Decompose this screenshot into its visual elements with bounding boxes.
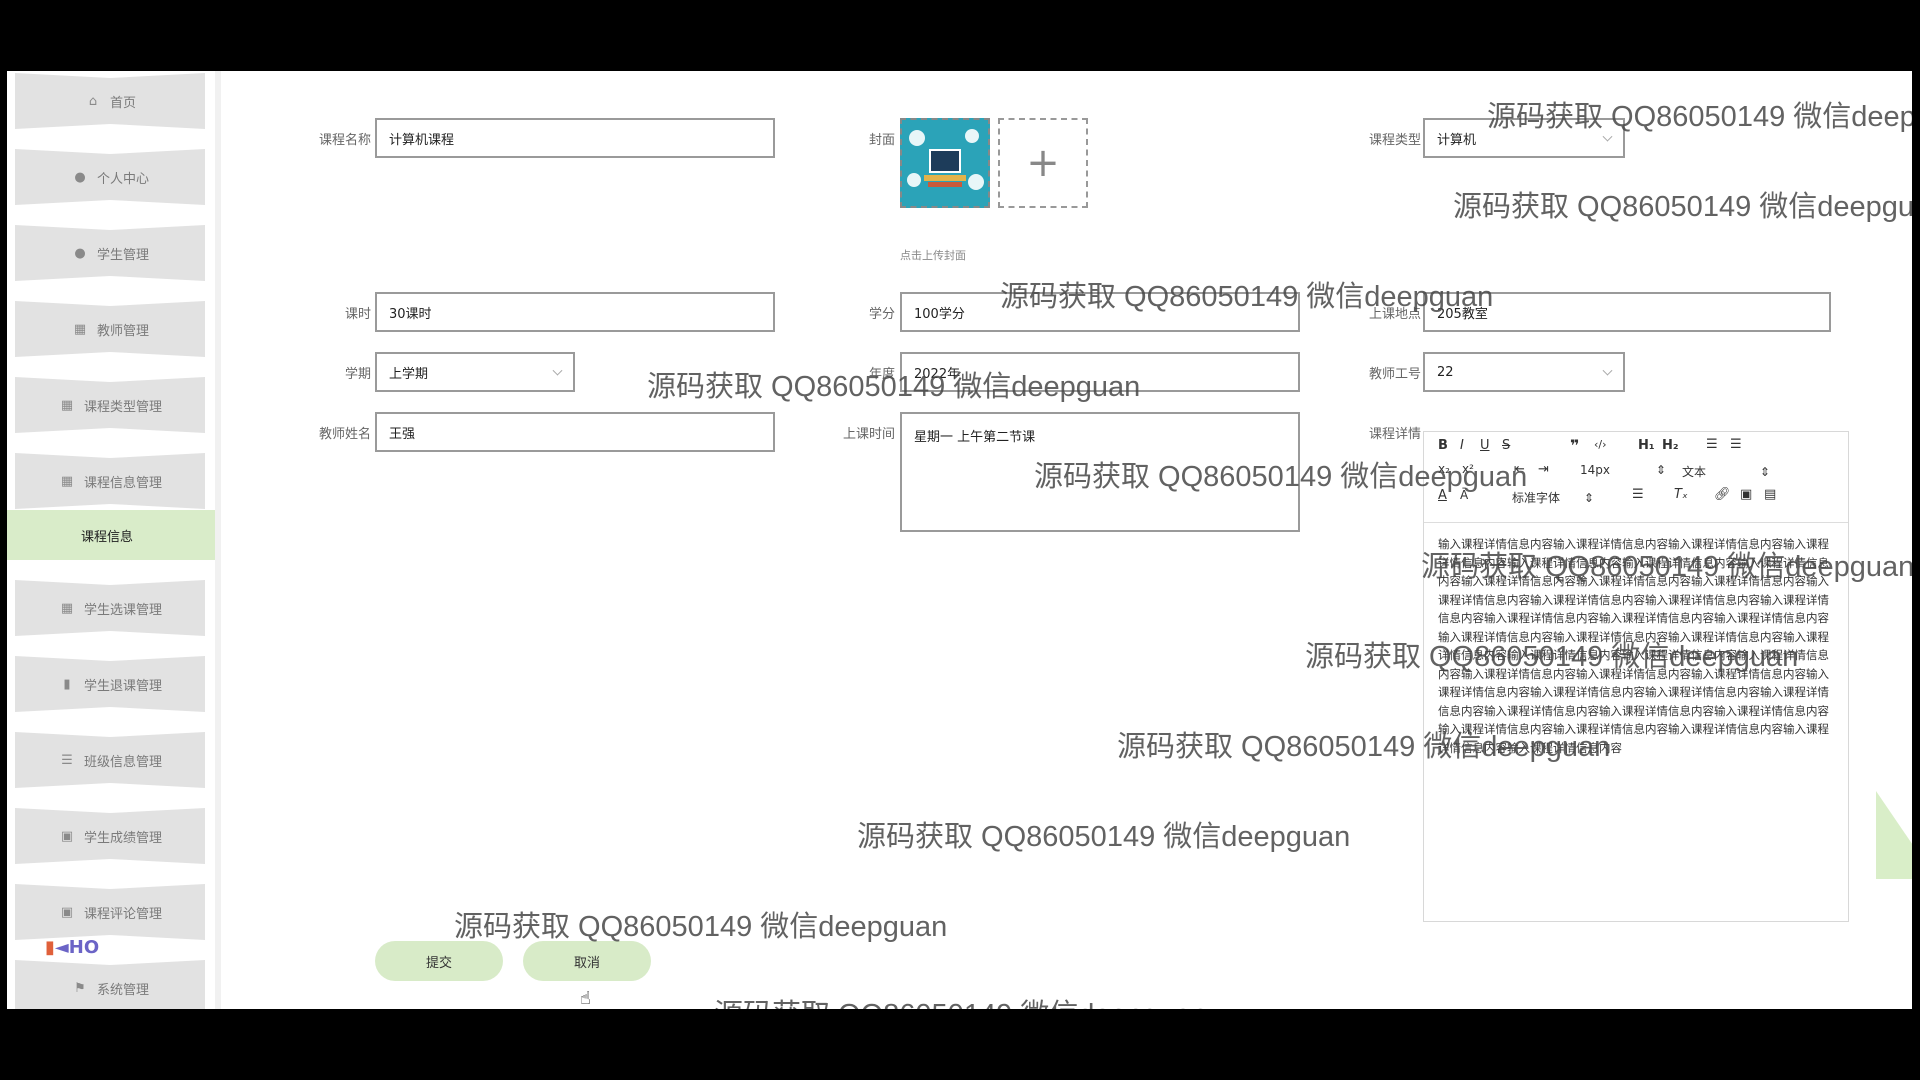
sidebar-item-teachers[interactable]: ▦ 教师管理: [15, 301, 205, 357]
italic-icon[interactable]: I: [1460, 438, 1464, 453]
grid-icon: ▦: [60, 473, 74, 489]
location-label: 上课地点: [1368, 307, 1421, 322]
year-input[interactable]: 2022年: [900, 352, 1300, 392]
plus-icon: +: [1026, 140, 1060, 186]
location-input[interactable]: 205教室: [1423, 292, 1831, 332]
course-type-select[interactable]: 计算机: [1423, 118, 1625, 158]
heading2-icon[interactable]: H₂: [1662, 438, 1679, 453]
sidebar-item-grades[interactable]: ▣ 学生成绩管理: [15, 808, 205, 864]
cover-label: 封面: [868, 133, 895, 148]
watermark: 源码获取 QQ86050149 微信deepguan: [1453, 191, 1912, 223]
sidebar-item-course-drop[interactable]: ▮ 学生退课管理: [15, 656, 205, 712]
book-icon: ▮: [45, 937, 55, 958]
chevron-updown-icon: ⇕: [1655, 463, 1666, 477]
clear-format-icon[interactable]: Tₓ: [1674, 487, 1688, 502]
teacher-id-label: 教师工号: [1368, 367, 1421, 382]
chevron-updown-icon: ⇕: [1583, 491, 1594, 505]
sidebar-item-classes[interactable]: ☰ 班级信息管理: [15, 732, 205, 788]
person-icon: ●: [74, 169, 86, 185]
superscript-icon[interactable]: x²: [1462, 462, 1474, 476]
hours-input[interactable]: 30课时: [375, 292, 775, 332]
hours-label: 课时: [344, 307, 371, 322]
upload-hint: 点击上传封面: [900, 249, 966, 262]
credit-label: 学分: [868, 307, 895, 322]
outdent-icon[interactable]: ⇥: [1538, 462, 1549, 477]
chevron-updown-icon: ⇕: [1759, 465, 1770, 479]
background-color-icon[interactable]: Ā: [1460, 488, 1468, 502]
video-icon[interactable]: ▤: [1764, 487, 1776, 502]
app-window: ⌂ 首页 ● 个人中心 ● 学生管理 ▦ 教师管理 ▦ 课程类型管理 ▦ 课程信息管理 课程…: [7, 71, 1912, 1009]
details-label: 课程详情: [1368, 427, 1421, 442]
semester-select[interactable]: 上学期: [375, 352, 575, 392]
course-type-label: 课程类型: [1368, 133, 1421, 148]
class-time-label: 上课时间: [842, 427, 895, 442]
watermark: 源码获取 QQ86050149 微信deepguan: [857, 821, 1351, 853]
editor-toolbar: B I U S ❞ ‹/› H₁ H₂ ☰ ☰ x₂ x² ⇤ ⇥ 14px ⇕…: [1424, 432, 1848, 523]
bullet-list-icon[interactable]: ☰: [1730, 437, 1742, 452]
course-name-input[interactable]: 计算机课程: [375, 118, 775, 158]
watermark: 源码获取 QQ86050149 微信deepguan: [454, 911, 948, 943]
paragraph-select[interactable]: 文本 ⇕: [1682, 463, 1770, 480]
quote-icon[interactable]: ❞: [1570, 436, 1579, 455]
watermark: 源码获取 QQ86050149 微信deepguan: [714, 991, 1207, 1009]
bold-icon[interactable]: B: [1438, 438, 1448, 453]
teacher-name-label: 教师姓名: [318, 427, 371, 442]
list-icon: ☰: [61, 752, 73, 768]
teacher-id-select[interactable]: 22: [1423, 352, 1625, 392]
mouse-cursor-icon: ☝: [580, 988, 591, 1009]
logo: ▮◄HO: [45, 937, 100, 958]
user-icon: ●: [74, 245, 86, 261]
editor-content[interactable]: 输入课程详情信息内容输入课程详情信息内容输入课程详情信息内容输入课程详情信息内容…: [1424, 523, 1848, 769]
link-icon[interactable]: 🔗︎: [1714, 487, 1731, 502]
font-size-select[interactable]: 14px ⇕: [1580, 463, 1666, 477]
image-icon[interactable]: ▣: [1740, 487, 1752, 502]
sidebar-item-students[interactable]: ● 学生管理: [15, 225, 205, 281]
cover-image[interactable]: [900, 118, 990, 208]
clipboard-icon: ▣: [60, 828, 74, 844]
cover-illustration: [902, 120, 988, 206]
class-time-textarea[interactable]: 星期一 上午第二节课: [900, 412, 1300, 532]
heading1-icon[interactable]: H₁: [1638, 438, 1655, 453]
teacher-name-input[interactable]: 王强: [375, 412, 775, 452]
sidebar-item-system[interactable]: ⚑ 系统管理: [15, 960, 205, 1009]
strikethrough-icon[interactable]: S: [1502, 438, 1510, 453]
font-family-select[interactable]: 标准字体 ⇕: [1512, 489, 1594, 506]
decorative-shape: [1876, 791, 1912, 879]
font-color-icon[interactable]: A: [1438, 488, 1447, 503]
ordered-list-icon[interactable]: ☰: [1706, 437, 1718, 452]
sidebar-item-profile[interactable]: ● 个人中心: [15, 149, 205, 205]
sidebar-item-comments[interactable]: ▣ 课程评论管理: [15, 884, 205, 940]
sidebar-item-course-selection[interactable]: ▦ 学生选课管理: [15, 580, 205, 636]
indent-icon[interactable]: ⇤: [1514, 462, 1525, 477]
home-icon: ⌂: [88, 93, 98, 109]
grid-icon: ▦: [60, 600, 74, 616]
underline-icon[interactable]: U: [1480, 438, 1490, 453]
code-icon[interactable]: ‹/›: [1594, 438, 1607, 451]
bar-chart-icon: ▮: [63, 676, 71, 692]
sidebar-item-course-info[interactable]: ▦ 课程信息管理: [15, 453, 205, 509]
upload-cover-button[interactable]: +: [998, 118, 1088, 208]
credit-input[interactable]: 100学分: [900, 292, 1300, 332]
grid-icon: ▦: [73, 321, 87, 337]
subscript-icon[interactable]: x₂: [1438, 462, 1450, 476]
align-icon[interactable]: ☰: [1632, 487, 1644, 502]
semester-label: 学期: [344, 367, 371, 382]
details-editor[interactable]: B I U S ❞ ‹/› H₁ H₂ ☰ ☰ x₂ x² ⇤ ⇥ 14px ⇕…: [1423, 431, 1849, 922]
clipboard-icon: ▣: [60, 904, 74, 920]
sidebar-item-home[interactable]: ⌂ 首页: [15, 73, 205, 129]
course-name-label: 课程名称: [318, 133, 371, 148]
sidebar-subitem-course-info[interactable]: 课程信息: [7, 510, 215, 560]
cancel-button[interactable]: 取消: [523, 941, 651, 981]
flag-icon: ⚑: [74, 980, 86, 996]
submit-button[interactable]: 提交: [375, 941, 503, 981]
sidebar: ⌂ 首页 ● 个人中心 ● 学生管理 ▦ 教师管理 ▦ 课程类型管理 ▦ 课程信息管理 课程…: [7, 71, 221, 1009]
grid-icon: ▦: [60, 397, 74, 413]
sidebar-item-course-types[interactable]: ▦ 课程类型管理: [15, 377, 205, 433]
year-label: 年度: [868, 367, 895, 382]
